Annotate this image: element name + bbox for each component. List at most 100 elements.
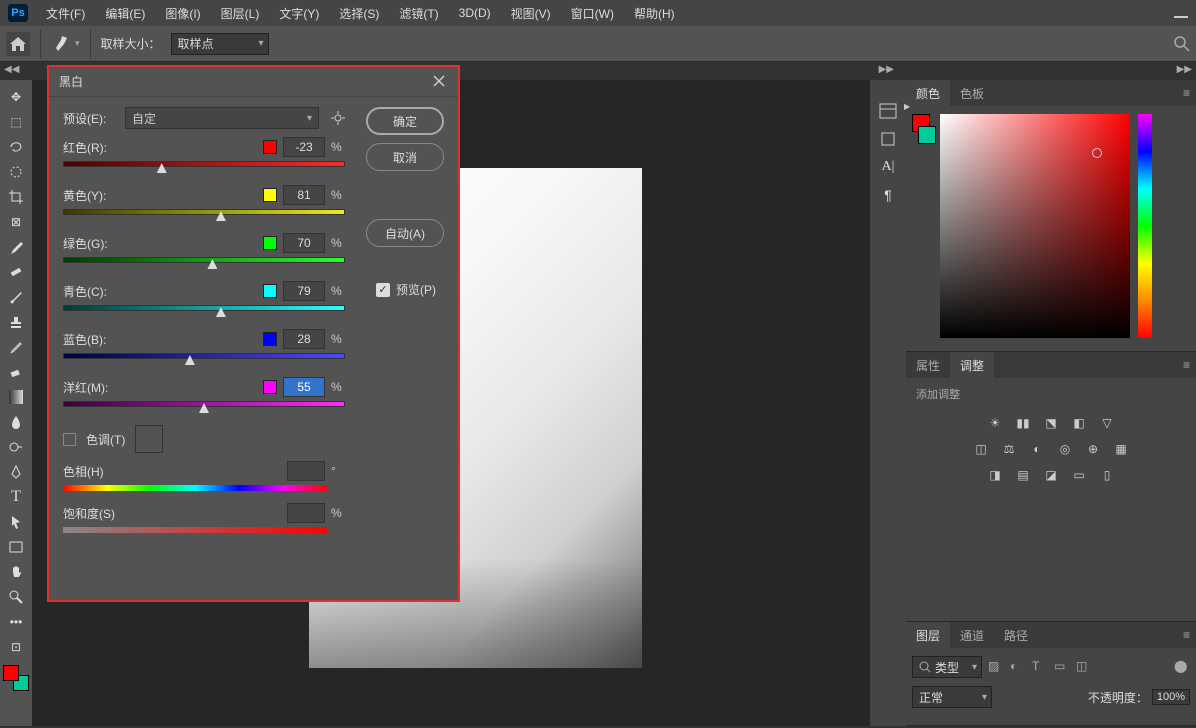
marquee-tool[interactable]: ⬚	[2, 109, 30, 134]
menu-layer[interactable]: 图层(L)	[213, 2, 268, 25]
gradient-map-icon[interactable]: ▭	[1070, 466, 1088, 484]
dock-history-icon[interactable]	[874, 126, 902, 152]
collapse-mid-icon[interactable]: ▶▶	[879, 64, 894, 75]
path-select-tool[interactable]	[2, 509, 30, 534]
hue-track[interactable]	[63, 485, 327, 491]
mixer-icon[interactable]: ⊕	[1084, 440, 1102, 458]
dialog-titlebar[interactable]: 黑白	[49, 67, 458, 97]
hue-input[interactable]	[287, 461, 325, 481]
lasso-tool[interactable]	[2, 134, 30, 159]
blur-tool[interactable]	[2, 409, 30, 434]
zoom-tool[interactable]	[2, 584, 30, 609]
vibrance-icon[interactable]: ▽	[1098, 414, 1116, 432]
color-field[interactable]	[940, 114, 1130, 338]
search-icon[interactable]	[1174, 36, 1190, 52]
cancel-button[interactable]: 取消	[366, 143, 444, 171]
hue-slider[interactable]	[1138, 114, 1152, 338]
rectangle-tool[interactable]	[2, 534, 30, 559]
tab-color[interactable]: 颜色	[906, 80, 950, 106]
curves-icon[interactable]: ⬔	[1042, 414, 1060, 432]
tint-checkbox[interactable]	[63, 433, 76, 446]
eyedropper-tool[interactable]	[2, 234, 30, 259]
slider-input[interactable]: 81	[283, 185, 325, 205]
filter-type-icon[interactable]: T	[1032, 659, 1048, 675]
brush-tool[interactable]	[2, 284, 30, 309]
panel-menu-icon[interactable]: ≡	[1183, 628, 1190, 642]
slider-input[interactable]: 28	[283, 329, 325, 349]
move-tool[interactable]: ✥	[2, 84, 30, 109]
dock-libraries-icon[interactable]	[874, 98, 902, 124]
tint-swatch[interactable]	[135, 425, 163, 453]
menu-image[interactable]: 图像(I)	[157, 2, 208, 25]
slider-input[interactable]: 79	[283, 281, 325, 301]
tab-layers[interactable]: 图层	[906, 622, 950, 648]
type-tool[interactable]: T	[2, 484, 30, 509]
slider-track[interactable]	[63, 257, 345, 267]
brightness-icon[interactable]: ☀	[986, 414, 1004, 432]
menu-file[interactable]: 文件(F)	[38, 2, 93, 25]
selective-icon[interactable]: ▯	[1098, 466, 1116, 484]
panel-menu-icon[interactable]: ≡	[1183, 358, 1190, 372]
healing-tool[interactable]	[2, 259, 30, 284]
slider-track[interactable]	[63, 353, 345, 363]
tab-properties[interactable]: 属性	[906, 352, 950, 378]
close-icon[interactable]	[432, 74, 448, 90]
filter-image-icon[interactable]: ▨	[988, 659, 1004, 675]
menu-window[interactable]: 窗口(W)	[563, 2, 622, 25]
menu-help[interactable]: 帮助(H)	[626, 2, 683, 25]
tab-swatches[interactable]: 色板	[950, 80, 994, 106]
minimize-icon[interactable]	[1174, 16, 1188, 18]
slider-input[interactable]: 70	[283, 233, 325, 253]
menu-filter[interactable]: 滤镜(T)	[391, 2, 446, 25]
quick-select-tool[interactable]	[2, 159, 30, 184]
exposure-icon[interactable]: ◧	[1070, 414, 1088, 432]
filter-smart-icon[interactable]: ◫	[1076, 659, 1092, 675]
pen-tool[interactable]	[2, 459, 30, 484]
preset-select[interactable]: 自定	[125, 107, 319, 129]
menu-type[interactable]: 文字(Y)	[271, 2, 327, 25]
home-button[interactable]	[6, 32, 30, 56]
levels-icon[interactable]: ▮▮	[1014, 414, 1032, 432]
slider-input[interactable]: -23	[283, 137, 325, 157]
opacity-value[interactable]: 100%	[1152, 689, 1190, 705]
edit-toolbar[interactable]: ⊡	[2, 634, 30, 659]
gear-icon[interactable]	[331, 111, 345, 125]
photo-filter-icon[interactable]: ◎	[1056, 440, 1074, 458]
hand-tool[interactable]	[2, 559, 30, 584]
tool-preset[interactable]: ▾	[51, 34, 80, 54]
filter-toggle[interactable]: ⬤	[1174, 659, 1190, 675]
slider-input[interactable]: 55	[283, 377, 325, 397]
balance-icon[interactable]: ⚖	[1000, 440, 1018, 458]
hsat-icon[interactable]: ◫	[972, 440, 990, 458]
more-tools[interactable]: •••	[2, 609, 30, 634]
gradient-tool[interactable]	[2, 384, 30, 409]
menu-edit[interactable]: 编辑(E)	[97, 2, 153, 25]
sat-input[interactable]	[287, 503, 325, 523]
blend-mode-select[interactable]: 正常	[912, 686, 992, 708]
filter-adjust-icon[interactable]: ◐	[1010, 659, 1026, 675]
lookup-icon[interactable]: ▦	[1112, 440, 1130, 458]
history-brush-tool[interactable]	[2, 334, 30, 359]
tab-adjustments[interactable]: 调整	[950, 352, 994, 378]
posterize-icon[interactable]: ▤	[1014, 466, 1032, 484]
slider-track[interactable]	[63, 401, 345, 411]
dock-character-icon[interactable]: A|	[874, 154, 902, 180]
layer-filter-kind[interactable]: 类型	[912, 656, 982, 678]
crop-tool[interactable]	[2, 184, 30, 209]
dock-paragraph-icon[interactable]: ¶	[874, 182, 902, 208]
sat-track[interactable]	[63, 527, 327, 533]
menu-3d[interactable]: 3D(D)	[451, 3, 499, 23]
filter-shape-icon[interactable]: ▭	[1054, 659, 1070, 675]
sample-size-select[interactable]: 取样点	[171, 33, 269, 55]
preview-checkbox[interactable]: ✓	[376, 283, 390, 297]
panel-menu-icon[interactable]: ≡	[1183, 86, 1190, 100]
slider-track[interactable]	[63, 209, 345, 219]
slider-track[interactable]	[63, 161, 345, 171]
collapse-right-icon[interactable]: ▶▶	[1177, 64, 1192, 75]
color-swatches[interactable]	[3, 665, 29, 691]
menu-view[interactable]: 视图(V)	[503, 2, 559, 25]
collapse-left-icon[interactable]: ◀◀	[4, 64, 19, 75]
eraser-tool[interactable]	[2, 359, 30, 384]
tab-paths[interactable]: 路径	[994, 622, 1038, 648]
ok-button[interactable]: 确定	[366, 107, 444, 135]
